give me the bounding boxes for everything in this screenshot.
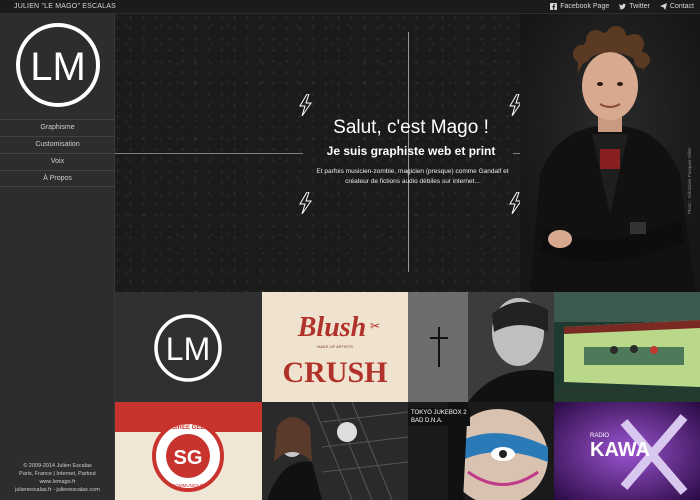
portrait-bw-image (408, 292, 554, 402)
portfolio-grid: LM Blush ✂ MAKE UP ARTISTS CRUSH SG SOIR… (115, 292, 700, 500)
hero-subheading: Je suis graphiste web et print (326, 144, 496, 158)
site-logo[interactable]: LM (15, 22, 101, 108)
blush-small-text: MAKE UP ARTISTS (317, 344, 353, 349)
main-nav: Graphisme Customisation Voix À Propos (0, 119, 115, 187)
crush-text: CRUSH (282, 356, 387, 389)
portfolio-tile-logo[interactable]: LM (115, 292, 262, 402)
hero-banner: Salut, c'est Mago ! Je suis graphiste we… (115, 14, 700, 292)
facebook-link[interactable]: Facebook Page (550, 3, 609, 10)
portfolio-tile-tokyo-jukebox[interactable]: TOKYO JUKEBOX 2 BAD D.N.A. (408, 402, 554, 500)
nav-item-voix[interactable]: Voix (0, 153, 115, 170)
soiree-geek-image: SG SOIREE GEEK COMMUNIQUÉ (115, 402, 262, 500)
contact-link[interactable]: Contact (659, 3, 694, 10)
logo-text: LM (30, 45, 86, 89)
lightning-icon (299, 94, 312, 116)
svg-text:✂: ✂ (370, 319, 380, 333)
facebook-icon (550, 3, 558, 10)
footer-url-2[interactable]: julienescalas.fr - julienescalas.com (0, 486, 115, 494)
sidebar-footer: © 2009-2014 Julien Escalas Paris, France… (0, 462, 115, 494)
soiree-ring-text: SOIREE GEEK (167, 425, 209, 431)
nav-item-a-propos[interactable]: À Propos (0, 170, 115, 187)
twitter-icon (619, 3, 627, 10)
tokyo-line-2: BAD D.N.A. (411, 418, 443, 424)
biohazard-photo-image (262, 402, 408, 500)
hero-horizontal-line-left (115, 153, 303, 154)
blush-crush-image: Blush ✂ MAKE UP ARTISTS CRUSH (262, 292, 408, 402)
lm-logo-image: LM (115, 292, 262, 402)
social-links: Facebook Page Twitter Contact (550, 3, 694, 10)
portfolio-tile-radio-kawa[interactable]: RADIO KAWA (554, 402, 700, 500)
top-bar: JULIEN "LE MAGO" ESCALAS Facebook Page T… (0, 0, 700, 14)
portfolio-tile-biohazard[interactable] (262, 402, 408, 500)
photo-credit: Photo : Sébastien Pasquier-Gillet (687, 147, 692, 214)
lightning-icon (299, 192, 312, 214)
twitter-link[interactable]: Twitter (619, 3, 650, 10)
sidebar: LM Graphisme Customisation Voix À Propos… (0, 14, 115, 500)
nighthawks-image (554, 292, 700, 402)
hero-body: Et parfois musicien-zombie, magicien (pr… (315, 167, 510, 187)
radio-kawa-image: RADIO KAWA (554, 402, 700, 500)
footer-location: Paris, France | Internet, Partout (19, 471, 96, 477)
twitter-label: Twitter (629, 3, 650, 10)
footer-url-1[interactable]: www.lemago.fr (0, 478, 115, 486)
hero-body-line-2: créateur de fictions audio débiles sur i… (345, 178, 480, 185)
send-icon (659, 3, 667, 10)
hero-heading: Salut, c'est Mago ! (333, 117, 489, 138)
facebook-label: Facebook Page (560, 3, 610, 10)
portfolio-tile-nighthawks[interactable] (554, 292, 700, 402)
hero-body-line-1: Et parfois musicien-zombie, magicien (pr… (316, 168, 509, 175)
portfolio-tile-soiree-geek[interactable]: SG SOIREE GEEK COMMUNIQUÉ (115, 402, 262, 500)
soiree-letters: SG (174, 447, 203, 469)
tile-logo-text: LM (166, 331, 210, 367)
portfolio-tile-portrait[interactable] (408, 292, 554, 402)
site-brand[interactable]: JULIEN "LE MAGO" ESCALAS (14, 3, 116, 10)
portfolio-tile-blush-crush[interactable]: Blush ✂ MAKE UP ARTISTS CRUSH (262, 292, 408, 402)
kawa-big-text: KAWA (590, 439, 650, 461)
blush-text: Blush (297, 312, 367, 343)
tokyo-line-1: TOKYO JUKEBOX 2 (411, 410, 467, 416)
tokyo-caption: TOKYO JUKEBOX 2 BAD D.N.A. (408, 408, 470, 426)
hero-portrait (520, 14, 700, 292)
soiree-ring-text-2: COMMUNIQUÉ (172, 482, 204, 488)
footer-copyright: © 2009-2014 Julien Escalas (23, 463, 92, 469)
contact-label: Contact (669, 3, 694, 10)
nav-item-customisation[interactable]: Customisation (0, 136, 115, 153)
nav-item-graphisme[interactable]: Graphisme (0, 119, 115, 136)
